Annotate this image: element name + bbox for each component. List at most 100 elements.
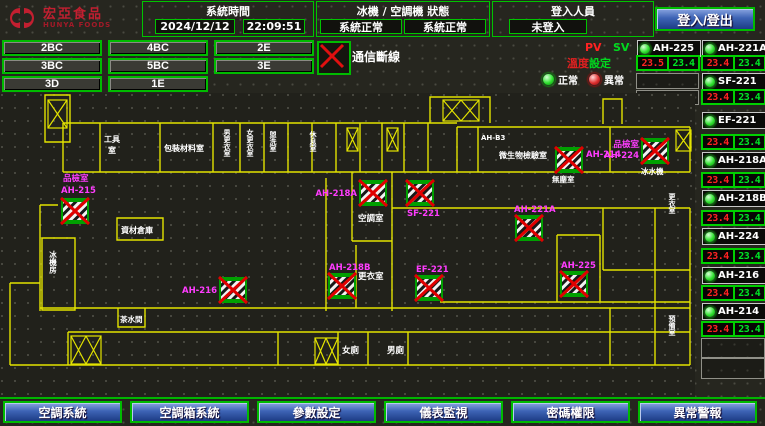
unit-values-ah221a: 23.4 23.4: [701, 55, 765, 71]
unit-values-ef221: 23.4 23.4: [701, 134, 765, 150]
unit-label: AH-218A: [718, 155, 765, 166]
pv-header: PV: [585, 41, 602, 54]
abnormal-label: 異常: [604, 72, 624, 87]
sv-value: 23.4: [734, 249, 765, 263]
unit-name-ah218a[interactable]: AH-218A: [702, 152, 765, 169]
login-logout-button[interactable]: 登入/登出: [655, 7, 755, 31]
pv-value: 23.4: [702, 173, 734, 187]
marker-label: AH-221A: [514, 205, 556, 215]
system-time-panel: 系統時間 2024/12/12 22:09:51: [142, 1, 314, 37]
marker-label: AH-216: [182, 286, 217, 296]
empty-slot: [701, 338, 765, 358]
room-label: 男廁: [387, 345, 405, 356]
unit-label: AH-216: [718, 270, 759, 281]
floor-button-4bc[interactable]: 4BC: [108, 40, 208, 56]
room-label: 盥洗室: [269, 130, 277, 153]
room-label: 冰機房: [48, 250, 57, 275]
floor-button-5bc[interactable]: 5BC: [108, 58, 208, 74]
unit-name-sf221[interactable]: SF-221: [702, 73, 765, 90]
unit-lamp-icon: [704, 76, 716, 88]
comm-loss-symbol: [317, 41, 351, 75]
floor-button-1e[interactable]: 1E: [108, 76, 208, 92]
unit-name-ah216[interactable]: AH-216: [702, 267, 765, 284]
nav-parameter-settings-button[interactable]: 參數設定: [257, 401, 376, 423]
nav-ahu-system-button[interactable]: 空調箱系統: [130, 401, 249, 423]
pv-value: 23.4: [702, 211, 734, 225]
unit-lamp-icon: [704, 193, 716, 205]
unit-lamp-icon: [704, 155, 716, 167]
pv-value: 23.4: [702, 56, 734, 70]
system-time-value: 22:09:51: [243, 19, 305, 34]
unit-label: AH-214: [718, 306, 759, 317]
unit-values-ah214: 23.4 23.4: [701, 321, 765, 337]
sv-value: 23.4: [734, 90, 765, 104]
room-label: 女廁: [342, 345, 360, 356]
marker-sub-label: 冰水機: [641, 166, 664, 176]
login-user-status: 未登入: [509, 19, 587, 34]
unit-values-ah225: 23.5 23.4: [636, 55, 700, 71]
ahu-status: 系統正常: [404, 19, 486, 34]
brand-logo-icon: [4, 4, 40, 32]
nav-alarm-button[interactable]: 異常警報: [638, 401, 757, 423]
pv-value: 23.5: [637, 56, 668, 70]
unit-name-ah218b[interactable]: AH-218B: [702, 190, 765, 207]
marker-room-label: 品檢室: [63, 173, 89, 184]
setting-label: 溫度設定: [567, 55, 611, 71]
login-title: 登入人員: [493, 3, 653, 19]
sv-value: 23.4: [734, 173, 765, 187]
room-label: AH-B3: [481, 134, 506, 142]
floor-button-3d[interactable]: 3D: [2, 76, 102, 92]
pv-value: 23.4: [702, 286, 734, 300]
floor-button-2e[interactable]: 2E: [214, 40, 314, 56]
room-label: 男更衣室: [223, 129, 232, 158]
room-label: 室: [108, 145, 116, 155]
room-label: 包裝材料室: [163, 143, 204, 153]
room-label: 微生物檢驗室: [498, 150, 547, 160]
normal-lamp-icon: [542, 73, 555, 86]
system-date-value: 2024/12/12: [155, 19, 235, 34]
setting-label-red: 溫度: [567, 57, 589, 70]
unit-name-ef221[interactable]: EF-221: [702, 112, 765, 129]
unit-name-ah214[interactable]: AH-214: [702, 303, 765, 320]
machine-status-title: 冰機 / 空調機 狀態: [317, 3, 489, 19]
comm-loss-label: 通信斷線: [352, 48, 400, 65]
brand-logo: 宏亞食品 HUNYA FOODS: [4, 2, 134, 34]
floor-plan-map[interactable]: 工具 室 包裝材料室 男更衣室 女更衣室 盥洗室 休息室 AH-B3 微生物檢驗…: [0, 93, 695, 400]
marker-label: AH-224: [604, 151, 639, 161]
legend-abnormal: 異常: [588, 72, 624, 87]
unit-name-ah224[interactable]: AH-224: [702, 228, 765, 245]
floor-button-3bc[interactable]: 3BC: [2, 58, 102, 74]
sv-value: 23.4: [734, 286, 765, 300]
unit-values-ah218a: 23.4 23.4: [701, 172, 765, 188]
marker-label: EF-221: [416, 265, 449, 275]
sv-value: 23.4: [668, 56, 699, 70]
marker-label: AH-225: [561, 261, 596, 271]
chiller-status: 系統正常: [320, 19, 402, 34]
nav-password-permission-button[interactable]: 密碼權限: [511, 401, 630, 423]
marker-room-label: 品檢室: [613, 139, 639, 150]
unit-lamp-icon: [704, 231, 716, 243]
unit-label: AH-221A: [718, 43, 765, 54]
floor-button-2bc[interactable]: 2BC: [2, 40, 102, 56]
pv-value: 23.4: [702, 249, 734, 263]
unit-label: EF-221: [718, 115, 756, 126]
room-label: 預備室: [668, 314, 677, 337]
marker-label: AH-218A: [315, 189, 357, 199]
unit-lamp-icon: [704, 306, 716, 318]
machine-status-panel: 冰機 / 空調機 狀態 系統正常 系統正常: [316, 1, 490, 37]
pv-value: 23.4: [702, 90, 734, 104]
system-time-title: 系統時間: [143, 3, 313, 19]
comm-loss-x-icon: [319, 43, 345, 69]
sv-value: 23.4: [734, 135, 765, 149]
normal-label: 正常: [558, 72, 578, 87]
nav-ac-system-button[interactable]: 空調系統: [3, 401, 122, 423]
sv-header: SV: [613, 41, 629, 54]
room-label: 無塵室: [552, 174, 575, 184]
empty-slot: [636, 73, 699, 89]
room-label: 女更衣室: [246, 128, 255, 158]
nav-meter-monitor-button[interactable]: 儀表監視: [384, 401, 503, 423]
brand-name-en: HUNYA FOODS: [43, 21, 111, 29]
abnormal-lamp-icon: [588, 73, 601, 86]
unit-values-ah224: 23.4 23.4: [701, 248, 765, 264]
floor-button-3e[interactable]: 3E: [214, 58, 314, 74]
